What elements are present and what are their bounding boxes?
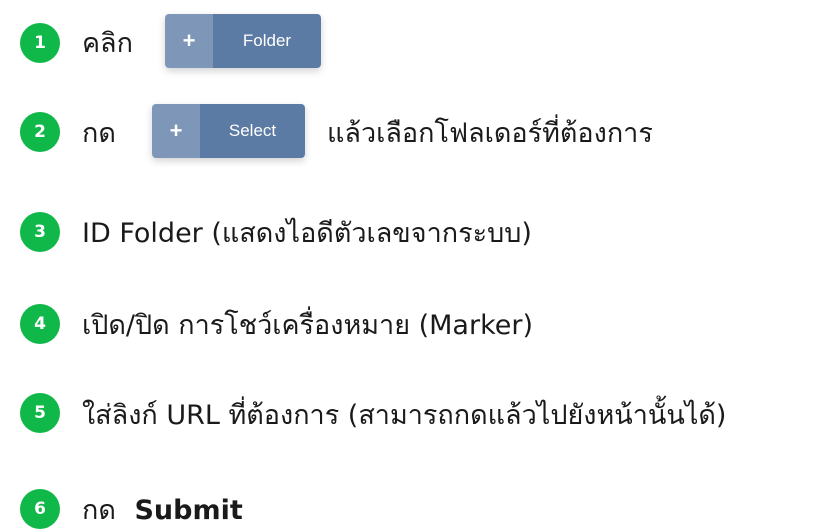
step-5-text: ใส่ลิงก์ URL ที่ต้องการ (สามารถกดแล้วไปย… — [82, 400, 727, 431]
step-badge-3: 3 — [20, 212, 60, 252]
select-folder-button-label: Select — [200, 104, 305, 158]
step-4-text: เปิด/ปิด การโชว์เครื่องหมาย (Marker) — [82, 310, 533, 341]
step-1-text: คลิก — [82, 28, 133, 59]
step-badge-6: 6 — [20, 489, 60, 529]
step-6-text: กด Submit — [82, 497, 243, 524]
step-6-text-before: กด — [82, 495, 116, 526]
add-folder-button-label: Folder — [213, 14, 321, 68]
step-badge-1: 1 — [20, 23, 60, 63]
step-2-text-after: แล้วเลือกโฟลเดอร์ที่ต้องการ — [327, 118, 653, 149]
step-badge-5: 5 — [20, 393, 60, 433]
plus-icon: + — [152, 104, 200, 158]
select-folder-button[interactable]: + Select — [152, 104, 305, 158]
step-badge-4: 4 — [20, 304, 60, 344]
submit-keyword: Submit — [134, 495, 243, 526]
step-badge-2: 2 — [20, 112, 60, 152]
step-2-text-before: กด — [82, 118, 116, 149]
plus-icon: + — [165, 14, 213, 68]
add-folder-button[interactable]: + Folder — [165, 14, 321, 68]
step-3-text: ID Folder (แสดงไอดีตัวเลขจากระบบ) — [82, 218, 532, 249]
